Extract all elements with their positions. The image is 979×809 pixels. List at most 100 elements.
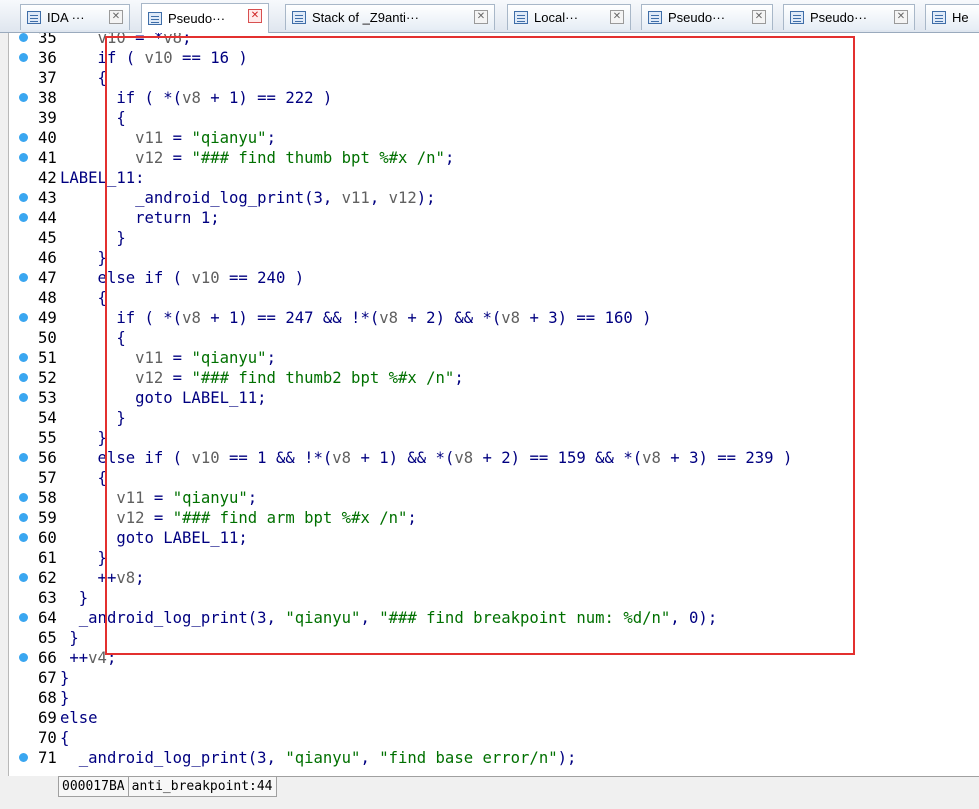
code-line[interactable]: 61 } bbox=[9, 548, 979, 568]
code-text: _android_log_print(3, "qianyu", "find ba… bbox=[60, 749, 577, 767]
close-icon[interactable]: ✕ bbox=[109, 10, 123, 24]
code-line[interactable]: 35 v10 = *v8; bbox=[9, 33, 979, 48]
close-icon[interactable]: ✕ bbox=[474, 10, 488, 24]
code-line[interactable]: 59 v12 = "### find arm bpt %#x /n"; bbox=[9, 508, 979, 528]
breakpoint-dot-icon[interactable] bbox=[19, 393, 28, 402]
code-line[interactable]: 44 return 1; bbox=[9, 208, 979, 228]
line-number: 54 bbox=[38, 409, 57, 427]
line-number: 51 bbox=[38, 349, 57, 367]
tab-pseudocode-2[interactable]: Pseudo··· ✕ bbox=[641, 4, 773, 30]
line-number: 37 bbox=[38, 69, 57, 87]
code-line[interactable]: 49 if ( *(v8 + 1) == 247 && !*(v8 + 2) &… bbox=[9, 308, 979, 328]
line-number: 59 bbox=[38, 509, 57, 527]
code-text: } bbox=[60, 629, 79, 647]
close-icon[interactable]: ✕ bbox=[610, 10, 624, 24]
line-number: 67 bbox=[38, 669, 57, 687]
tab-local-types[interactable]: Local··· ✕ bbox=[507, 4, 631, 30]
code-line[interactable]: 39 { bbox=[9, 108, 979, 128]
code-line[interactable]: 53 goto LABEL_11; bbox=[9, 388, 979, 408]
line-number: 56 bbox=[38, 449, 57, 467]
code-line[interactable]: 55 } bbox=[9, 428, 979, 448]
breakpoint-dot-icon[interactable] bbox=[19, 513, 28, 522]
code-line[interactable]: 43 _android_log_print(3, v11, v12); bbox=[9, 188, 979, 208]
code-line[interactable]: 52 v12 = "### find thumb2 bpt %#x /n"; bbox=[9, 368, 979, 388]
pseudocode-editor[interactable]: 35 v10 = *v8; 36 if ( v10 == 16 ) 37 {38 i… bbox=[8, 33, 979, 776]
breakpoint-dot-icon[interactable] bbox=[19, 453, 28, 462]
code-line[interactable]: 42 LABEL_11: bbox=[9, 168, 979, 188]
code-line[interactable]: 65 } bbox=[9, 628, 979, 648]
breakpoint-dot-icon[interactable] bbox=[19, 653, 28, 662]
code-text: } bbox=[60, 249, 107, 267]
breakpoint-dot-icon[interactable] bbox=[19, 353, 28, 362]
tab-hex-view[interactable]: He bbox=[925, 4, 979, 30]
tab-bar: IDA ··· ✕ Pseudo··· ✕ Stack of _Z9anti··… bbox=[0, 0, 979, 33]
breakpoint-dot-icon[interactable] bbox=[19, 753, 28, 762]
code-line[interactable]: 66 ++v4; bbox=[9, 648, 979, 668]
code-line[interactable]: 57 { bbox=[9, 468, 979, 488]
breakpoint-dot-icon[interactable] bbox=[19, 573, 28, 582]
tab-ida-view[interactable]: IDA ··· ✕ bbox=[20, 4, 130, 30]
code-line[interactable]: 68} bbox=[9, 688, 979, 708]
code-text: { bbox=[60, 69, 107, 87]
status-location: anti_breakpoint:44 bbox=[127, 776, 277, 797]
breakpoint-dot-icon[interactable] bbox=[19, 373, 28, 382]
line-number: 39 bbox=[38, 109, 57, 127]
code-line[interactable]: 40 v11 = "qianyu"; bbox=[9, 128, 979, 148]
code-line[interactable]: 38 if ( *(v8 + 1) == 222 ) bbox=[9, 88, 979, 108]
code-text: if ( *(v8 + 1) == 222 ) bbox=[60, 89, 333, 107]
pseudocode-view-icon bbox=[648, 11, 662, 24]
code-line[interactable]: 67} bbox=[9, 668, 979, 688]
close-icon[interactable]: ✕ bbox=[752, 10, 766, 24]
tab-stack-frame[interactable]: Stack of _Z9anti··· ✕ bbox=[285, 4, 495, 30]
code-line[interactable]: 71 _android_log_print(3, "qianyu", "find… bbox=[9, 748, 979, 768]
code-line[interactable]: 63 } bbox=[9, 588, 979, 608]
line-number: 47 bbox=[38, 269, 57, 287]
code-line[interactable]: 46 } bbox=[9, 248, 979, 268]
breakpoint-dot-icon[interactable] bbox=[19, 133, 28, 142]
code-line[interactable]: 56 else if ( v10 == 1 && !*(v8 + 1) && *… bbox=[9, 448, 979, 468]
code-text: v12 = "### find thumb2 bpt %#x /n"; bbox=[135, 369, 464, 387]
code-line[interactable]: 62 ++v8; bbox=[9, 568, 979, 588]
code-line[interactable]: 37 { bbox=[9, 68, 979, 88]
code-text: } bbox=[60, 689, 70, 707]
code-text: } bbox=[60, 429, 107, 447]
tab-pseudocode-active[interactable]: Pseudo··· ✕ bbox=[141, 3, 269, 33]
code-line[interactable]: 54 } bbox=[9, 408, 979, 428]
breakpoint-dot-icon[interactable] bbox=[19, 53, 28, 62]
code-line[interactable]: 51 v11 = "qianyu"; bbox=[9, 348, 979, 368]
code-line[interactable]: 50 { bbox=[9, 328, 979, 348]
code-line[interactable]: 48 { bbox=[9, 288, 979, 308]
code-line[interactable]: 45 } bbox=[9, 228, 979, 248]
breakpoint-dot-icon[interactable] bbox=[19, 313, 28, 322]
close-icon[interactable]: ✕ bbox=[248, 9, 262, 23]
line-number: 45 bbox=[38, 229, 57, 247]
tab-pseudocode-3[interactable]: Pseudo··· ✕ bbox=[783, 4, 915, 30]
code-line[interactable]: 60 goto LABEL_11; bbox=[9, 528, 979, 548]
line-number: 36 bbox=[38, 49, 57, 67]
code-line[interactable]: 36 if ( v10 == 16 ) bbox=[9, 48, 979, 68]
breakpoint-dot-icon[interactable] bbox=[19, 33, 28, 42]
status-bar-filler bbox=[275, 776, 979, 797]
code-line[interactable]: 47 else if ( v10 == 240 ) bbox=[9, 268, 979, 288]
breakpoint-dot-icon[interactable] bbox=[19, 213, 28, 222]
breakpoint-dot-icon[interactable] bbox=[19, 93, 28, 102]
code-line[interactable]: 70{ bbox=[9, 728, 979, 748]
breakpoint-dot-icon[interactable] bbox=[19, 613, 28, 622]
code-text: else if ( v10 == 1 && !*(v8 + 1) && *(v8… bbox=[60, 449, 793, 467]
code-line[interactable]: 41 v12 = "### find thumb bpt %#x /n"; bbox=[9, 148, 979, 168]
breakpoint-dot-icon[interactable] bbox=[19, 273, 28, 282]
line-number: 49 bbox=[38, 309, 57, 327]
breakpoint-dot-icon[interactable] bbox=[19, 533, 28, 542]
code-line[interactable]: 64 _android_log_print(3, "qianyu", "### … bbox=[9, 608, 979, 628]
hex-view-icon bbox=[932, 11, 946, 24]
code-text: { bbox=[60, 289, 107, 307]
line-number: 55 bbox=[38, 429, 57, 447]
breakpoint-dot-icon[interactable] bbox=[19, 153, 28, 162]
breakpoint-dot-icon[interactable] bbox=[19, 193, 28, 202]
code-line[interactable]: 58 v11 = "qianyu"; bbox=[9, 488, 979, 508]
status-address: 000017BA bbox=[58, 776, 129, 797]
code-line[interactable]: 69 else bbox=[9, 708, 979, 728]
close-icon[interactable]: ✕ bbox=[894, 10, 908, 24]
breakpoint-dot-icon[interactable] bbox=[19, 493, 28, 502]
code-text: } bbox=[60, 589, 89, 607]
